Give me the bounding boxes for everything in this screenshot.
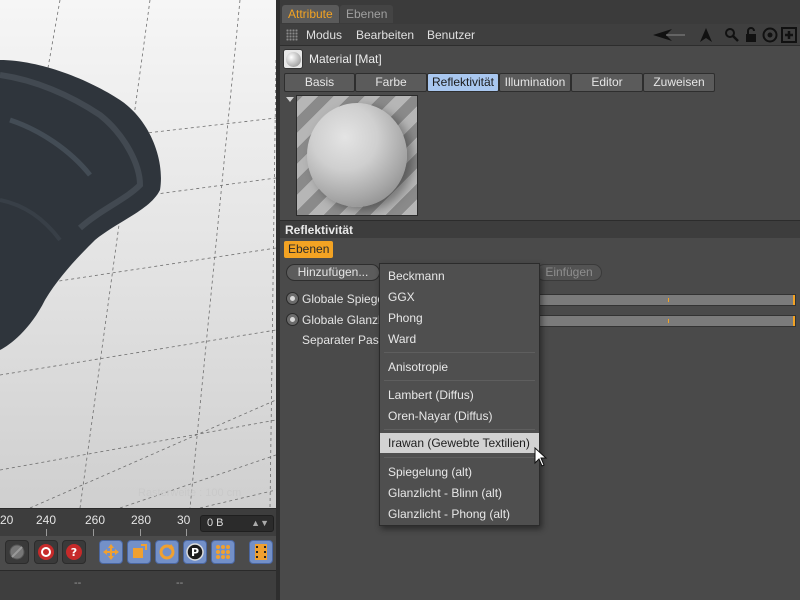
stepper-arrows-icon[interactable]: ▲▼ xyxy=(251,516,269,531)
tab-illumination[interactable]: Illumination xyxy=(499,73,571,92)
rotate-icon xyxy=(159,544,175,560)
target-icon[interactable] xyxy=(762,27,778,43)
global-specular-slider[interactable] xyxy=(539,315,796,327)
menu-separator xyxy=(384,457,535,458)
back-arrow-icon[interactable] xyxy=(652,27,686,43)
tab-layers[interactable]: Ebenen xyxy=(340,5,394,23)
menu-separator xyxy=(384,352,535,353)
lock-icon[interactable] xyxy=(743,27,759,43)
move-arrows-icon xyxy=(103,544,119,560)
point-level-button[interactable] xyxy=(211,540,235,564)
menu-item-oren-nayar[interactable]: Oren-Nayar (Diffus) xyxy=(380,406,539,426)
add-layer-button[interactable]: Hinzufügen... xyxy=(286,264,380,281)
film-strip-button[interactable] xyxy=(249,540,273,564)
question-icon: ? xyxy=(66,544,82,560)
current-frame-field[interactable]: 0 B ▲▼ xyxy=(200,515,274,532)
section-header: Reflektivität xyxy=(280,220,800,238)
scale-box-icon xyxy=(133,544,147,558)
parameter-key-button[interactable]: P xyxy=(183,540,207,564)
param-row-separate-pass: Separater Pass xyxy=(284,331,796,349)
param-row-global-reflection: Globale Spiegelung xyxy=(284,290,796,308)
status-strip: -- -- xyxy=(0,570,276,600)
timeline-tick: 280 xyxy=(131,513,152,527)
tab-attribute[interactable]: Attribute xyxy=(282,5,339,23)
menu-item-anisotropie[interactable]: Anisotropie xyxy=(380,357,539,377)
menu-item-phong[interactable]: Phong xyxy=(380,308,539,328)
rotate-key-button[interactable] xyxy=(155,540,179,564)
viewport-scene xyxy=(0,0,276,508)
timeline-tick: 240 xyxy=(36,513,57,527)
forward-arrow-icon[interactable] xyxy=(698,27,714,43)
slider-midmark xyxy=(668,298,669,302)
menu-item-phong-alt[interactable]: Glanzlicht - Phong (alt) xyxy=(380,504,539,524)
layers-toggle-button[interactable]: Ebenen xyxy=(284,241,334,258)
help-record-button[interactable]: ? xyxy=(62,540,86,564)
global-reflection-slider[interactable] xyxy=(539,294,796,306)
status-dash: -- xyxy=(74,577,82,589)
tab-reflektivitaet[interactable]: Reflektivität xyxy=(427,73,499,92)
timeline-tick: 30 xyxy=(177,513,191,527)
menu-edit[interactable]: Bearbeiten xyxy=(356,28,414,42)
timeline-tick: 260 xyxy=(85,513,106,527)
move-key-button[interactable] xyxy=(99,540,123,564)
3d-viewport[interactable]: Rasterweite : 100 cm xyxy=(0,0,276,508)
slider-midmark xyxy=(668,319,669,323)
tab-zuweisen[interactable]: Zuweisen xyxy=(643,73,715,92)
menu-user[interactable]: Benutzer xyxy=(427,28,475,42)
manager-tabbar: Attribute Ebenen xyxy=(280,0,800,24)
status-dash: -- xyxy=(176,577,184,589)
menu-item-irawan[interactable]: Irawan (Gewebte Textilien) xyxy=(380,433,539,453)
menubar: Modus Bearbeiten Benutzer xyxy=(280,24,800,46)
transport-toolbar: ? P xyxy=(0,536,276,570)
autokey-button[interactable] xyxy=(34,540,58,564)
svg-text:P: P xyxy=(191,546,199,559)
preview-sphere xyxy=(307,103,407,207)
material-preview[interactable] xyxy=(296,95,418,216)
scale-key-button[interactable] xyxy=(127,540,151,564)
parameter-p-icon: P xyxy=(186,543,204,561)
material-title: Material [Mat] xyxy=(309,52,382,66)
menu-item-spiegelung-alt[interactable]: Spiegelung (alt) xyxy=(380,462,539,482)
menu-item-lambert[interactable]: Lambert (Diffus) xyxy=(380,385,539,405)
tab-editor[interactable]: Editor xyxy=(571,73,643,92)
search-icon[interactable] xyxy=(724,27,740,43)
insert-button[interactable]: Einfügen xyxy=(536,264,602,281)
menu-separator xyxy=(384,429,535,430)
param-row-global-specular: Globale Glanzlichter xyxy=(284,311,796,329)
section-title: Reflektivität xyxy=(285,223,354,237)
current-frame-value: 0 B xyxy=(207,517,224,529)
tab-farbe[interactable]: Farbe xyxy=(355,73,427,92)
object-header: Material [Mat] xyxy=(280,46,800,72)
attribute-manager: Attribute Ebenen Modus Bearbeiten Benutz… xyxy=(280,0,800,600)
no-entry-icon xyxy=(9,544,25,560)
new-window-plus-icon[interactable] xyxy=(781,27,797,43)
record-disabled-button[interactable] xyxy=(5,540,29,564)
raster-width-label: Rasterweite : 100 cm xyxy=(138,487,242,499)
menu-item-beckmann[interactable]: Beckmann xyxy=(380,266,539,286)
add-layer-menu: Beckmann GGX Phong Ward Anisotropie Lamb… xyxy=(379,263,540,526)
tab-basis[interactable]: Basis xyxy=(284,73,355,92)
film-strip-icon xyxy=(255,544,267,560)
menu-separator xyxy=(384,380,535,381)
menu-item-ggx[interactable]: GGX xyxy=(380,287,539,307)
dots-grid-icon xyxy=(216,545,230,559)
drag-grip-icon[interactable] xyxy=(286,29,298,41)
timeline-tick: 20 xyxy=(0,513,14,527)
menu-item-ward[interactable]: Ward xyxy=(380,329,539,349)
mouse-cursor-icon xyxy=(534,447,548,467)
param-label: Separater Pass xyxy=(302,333,385,347)
collapse-triangle-icon[interactable] xyxy=(286,97,294,102)
material-ball-icon xyxy=(283,49,303,69)
animation-radio-icon[interactable] xyxy=(286,292,299,305)
record-key-icon xyxy=(38,544,54,560)
menu-item-blinn-alt[interactable]: Glanzlicht - Blinn (alt) xyxy=(380,483,539,503)
menu-mode[interactable]: Modus xyxy=(306,28,342,42)
animation-radio-icon[interactable] xyxy=(286,313,299,326)
timeline-ruler[interactable]: 20 240 260 280 30 0 B ▲▼ xyxy=(0,508,276,537)
svg-text:?: ? xyxy=(71,546,77,559)
